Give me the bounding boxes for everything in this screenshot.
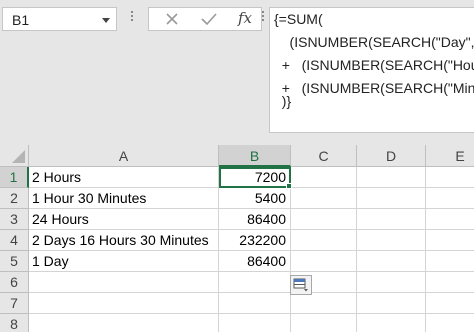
cell-a3[interactable]: 24 Hours — [29, 209, 219, 230]
cell-c2[interactable] — [291, 188, 357, 209]
cell-d7[interactable] — [357, 293, 426, 314]
cell-c5[interactable] — [291, 251, 357, 272]
cell-a7[interactable] — [29, 293, 219, 314]
spreadsheet-grid: A B C D E 1 2 Hours 7200 2 1 Hour 30 Min… — [0, 145, 474, 332]
cell-e1[interactable] — [426, 167, 474, 188]
cancel-button[interactable] — [155, 8, 189, 30]
cell-d8[interactable] — [357, 314, 426, 332]
cell-c8[interactable] — [291, 314, 357, 332]
formula-buttons: fx — [148, 7, 262, 31]
row-header-5[interactable]: 5 — [0, 251, 29, 272]
formula-input[interactable]: {=SUM( (ISNUMBER(SEARCH("Day", + (ISNUMB… — [269, 7, 474, 133]
cell-e4[interactable] — [426, 230, 474, 251]
row-header-4[interactable]: 4 — [0, 230, 29, 251]
select-all-triangle-icon — [12, 150, 25, 163]
enter-button[interactable] — [191, 8, 225, 30]
quick-analysis-button[interactable] — [290, 275, 312, 295]
cell-e6[interactable] — [426, 272, 474, 293]
cell-b4[interactable]: 232200 — [219, 230, 291, 251]
cell-e3[interactable] — [426, 209, 474, 230]
cell-c1[interactable] — [291, 167, 357, 188]
cell-e5[interactable] — [426, 251, 474, 272]
name-box[interactable]: B1 — [2, 7, 117, 31]
cell-d3[interactable] — [357, 209, 426, 230]
cell-d2[interactable] — [357, 188, 426, 209]
row-header-3[interactable]: 3 — [0, 209, 29, 230]
cell-b1[interactable]: 7200 — [219, 167, 291, 188]
cell-d5[interactable] — [357, 251, 426, 272]
cell-a5[interactable]: 1 Day — [29, 251, 219, 272]
cell-e7[interactable] — [426, 293, 474, 314]
cell-e2[interactable] — [426, 188, 474, 209]
close-icon — [166, 13, 178, 25]
cell-d1[interactable] — [357, 167, 426, 188]
column-header-a[interactable]: A — [29, 145, 219, 167]
cell-a1[interactable]: 2 Hours — [29, 167, 219, 188]
cell-a6[interactable] — [29, 272, 219, 293]
cell-b5[interactable]: 86400 — [219, 251, 291, 272]
formula-line: + (ISNUMBER(SEARCH("Minu — [274, 80, 474, 96]
column-header-e[interactable]: E — [426, 145, 474, 167]
row-header-2[interactable]: 2 — [0, 188, 29, 209]
chevron-down-icon[interactable] — [102, 18, 110, 23]
formula-line: (ISNUMBER(SEARCH("Day", — [274, 34, 474, 50]
cell-c3[interactable] — [291, 209, 357, 230]
insert-function-button[interactable]: fx — [238, 9, 252, 27]
grip-dots-icon[interactable] — [131, 11, 134, 25]
cell-b6[interactable] — [219, 272, 291, 293]
cell-d4[interactable] — [357, 230, 426, 251]
cell-a8[interactable] — [29, 314, 219, 332]
name-box-value: B1 — [12, 12, 30, 28]
column-header-c[interactable]: C — [291, 145, 357, 167]
formula-line: + (ISNUMBER(SEARCH("Hour — [274, 57, 474, 73]
check-icon — [201, 13, 217, 26]
column-header-b[interactable]: B — [219, 145, 291, 167]
select-all-button[interactable] — [0, 145, 29, 167]
formula-line: )} — [274, 93, 292, 109]
cell-b3[interactable]: 86400 — [219, 209, 291, 230]
cell-b7[interactable] — [219, 293, 291, 314]
row-header-6[interactable]: 6 — [0, 272, 29, 293]
cell-d6[interactable] — [357, 272, 426, 293]
row-header-7[interactable]: 7 — [0, 293, 29, 314]
cell-c4[interactable] — [291, 230, 357, 251]
fill-handle[interactable] — [286, 183, 292, 189]
cell-e8[interactable] — [426, 314, 474, 332]
cell-b2[interactable]: 5400 — [219, 188, 291, 209]
cell-a2[interactable]: 1 Hour 30 Minutes — [29, 188, 219, 209]
formula-bar-resize-dots-icon[interactable] — [262, 11, 265, 25]
row-header-1[interactable]: 1 — [0, 167, 29, 188]
cell-b8[interactable] — [219, 314, 291, 332]
cell-a4[interactable]: 2 Days 16 Hours 30 Minutes — [29, 230, 219, 251]
quick-analysis-icon — [293, 278, 308, 292]
formula-line: {=SUM( — [274, 11, 323, 27]
row-header-8[interactable]: 8 — [0, 314, 29, 332]
cell-c7[interactable] — [291, 293, 357, 314]
column-header-d[interactable]: D — [357, 145, 426, 167]
